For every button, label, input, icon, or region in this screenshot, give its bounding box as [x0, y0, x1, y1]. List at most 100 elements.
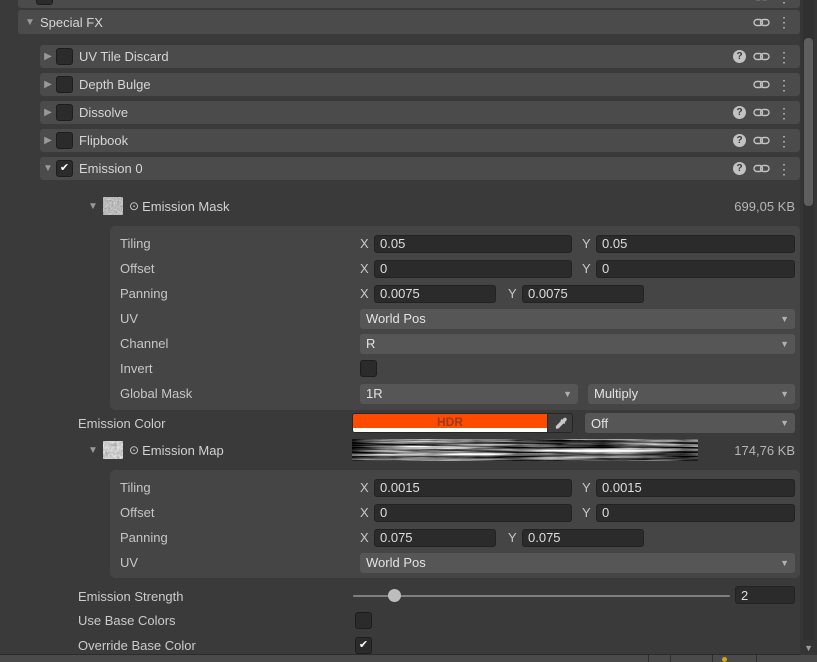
emission-map-thumbnail[interactable]	[103, 441, 123, 459]
field-label: Invert	[120, 361, 360, 376]
link-icon[interactable]	[753, 79, 770, 90]
y-axis-label: Y	[582, 261, 596, 276]
clipped-row-checkbox[interactable]	[36, 0, 53, 5]
help-icon[interactable]: ?	[733, 50, 746, 63]
mask-uv-dropdown[interactable]: World Pos ▼	[360, 309, 795, 329]
scrollbar-thumb[interactable]	[804, 38, 813, 206]
scroll-down-arrow[interactable]: ▼	[804, 643, 813, 653]
map-tiling-y-input[interactable]	[596, 479, 795, 497]
field-label: Tiling	[120, 236, 360, 251]
link-icon[interactable]	[753, 17, 770, 28]
clipped-row-body[interactable]: ⋮	[18, 0, 800, 8]
texture-picker-icon: ⊙	[129, 443, 139, 457]
kebab-menu-icon[interactable]: ⋮	[777, 78, 791, 92]
dropdown-value: 1R	[366, 386, 383, 401]
panning-row: Panning X Y	[110, 525, 795, 550]
kebab-menu-icon[interactable]: ⋮	[777, 162, 791, 176]
dropdown-value: World Pos	[366, 555, 426, 570]
status-divider	[670, 655, 671, 662]
x-axis-label: X	[360, 286, 374, 301]
kebab-menu-icon[interactable]: ⋮	[777, 106, 791, 120]
property-label: Use Base Colors	[0, 613, 176, 628]
emission-mask-settings-panel: Tiling X Y Offset X Y Panning X Y UV Wor…	[110, 226, 800, 410]
mask-tiling-y-input[interactable]	[596, 235, 795, 253]
help-icon[interactable]: ?	[733, 106, 746, 119]
kebab-menu-icon[interactable]: ⋮	[777, 15, 791, 29]
global-mask-dropdown[interactable]: 1R ▼	[360, 384, 578, 404]
uv-tile-discard-checkbox[interactable]	[56, 48, 73, 65]
mask-offset-y-input[interactable]	[596, 260, 795, 278]
group-row-emission-0[interactable]: ▼ ✔ Emission 0 ? ⋮	[40, 157, 800, 180]
mask-invert-checkbox[interactable]	[360, 360, 377, 377]
mask-channel-dropdown[interactable]: R ▼	[360, 334, 795, 354]
help-icon[interactable]: ?	[733, 134, 746, 147]
field-label: Channel	[120, 336, 360, 351]
foldout-closed-icon[interactable]: ▶	[40, 79, 56, 90]
emission-strength-handle[interactable]	[388, 589, 401, 602]
link-icon[interactable]	[753, 107, 770, 118]
map-uv-dropdown[interactable]: World Pos ▼	[360, 553, 795, 573]
foldout-closed-icon[interactable]: ▶	[40, 107, 56, 118]
foldout-open-icon[interactable]: ▼	[40, 163, 56, 174]
emission-map-preview[interactable]	[352, 439, 698, 461]
field-label: Panning	[120, 530, 360, 545]
dissolve-checkbox[interactable]	[56, 104, 73, 121]
panning-row: Panning X Y	[110, 281, 795, 306]
emission-mask-thumbnail[interactable]	[103, 197, 123, 215]
chevron-down-icon: ▼	[563, 389, 572, 399]
group-row-dissolve[interactable]: ▶ Dissolve ? ⋮	[40, 101, 800, 124]
field-label: UV	[120, 555, 360, 570]
mask-panning-x-input[interactable]	[374, 285, 496, 303]
eyedropper-button[interactable]	[547, 414, 572, 432]
status-divider	[712, 655, 713, 662]
map-panning-x-input[interactable]	[374, 529, 496, 547]
emission-strength-value-input[interactable]	[735, 586, 795, 604]
mask-panning-y-input[interactable]	[522, 285, 644, 303]
global-mask-blend-dropdown[interactable]: Multiply ▼	[588, 384, 795, 404]
dropdown-value: World Pos	[366, 311, 426, 326]
foldout-open-icon[interactable]: ▼	[85, 445, 101, 456]
link-icon[interactable]	[753, 0, 770, 2]
use-base-colors-checkbox[interactable]	[355, 612, 372, 629]
clipped-previous-row: ⋮	[18, 0, 800, 8]
field-label: Offset	[120, 261, 360, 276]
foldout-open-icon[interactable]: ▼	[22, 17, 38, 28]
texture-label: Emission Map	[142, 443, 224, 458]
channel-row: Channel R ▼	[110, 331, 795, 356]
emission-strength-slider[interactable]	[353, 595, 730, 597]
y-axis-label: Y	[582, 480, 596, 495]
emission-0-checkbox[interactable]: ✔	[56, 160, 73, 177]
flipbook-checkbox[interactable]	[56, 132, 73, 149]
texture-row-emission-mask[interactable]: ▼ ⊙ Emission Mask 699,05 KB	[0, 193, 800, 219]
kebab-menu-icon[interactable]: ⋮	[777, 134, 791, 148]
foldout-closed-icon[interactable]: ▶	[40, 51, 56, 62]
link-icon[interactable]	[753, 163, 770, 174]
status-divider	[756, 655, 757, 662]
global-mask-row: Global Mask 1R ▼ Multiply ▼	[110, 381, 795, 406]
section-header-special-fx[interactable]: ▼ Special FX ⋮	[18, 10, 800, 34]
chevron-down-icon: ▼	[780, 389, 789, 399]
help-icon[interactable]: ?	[733, 162, 746, 175]
group-row-depth-bulge[interactable]: ▶ Depth Bulge ⋮	[40, 73, 800, 96]
link-icon[interactable]	[753, 51, 770, 62]
emission-color-mode-dropdown[interactable]: Off ▼	[585, 413, 795, 433]
map-offset-x-input[interactable]	[374, 504, 572, 522]
map-tiling-x-input[interactable]	[374, 479, 572, 497]
foldout-closed-icon[interactable]: ▶	[40, 135, 56, 146]
depth-bulge-checkbox[interactable]	[56, 76, 73, 93]
mask-offset-x-input[interactable]	[374, 260, 572, 278]
link-icon[interactable]	[753, 135, 770, 146]
map-offset-y-input[interactable]	[596, 504, 795, 522]
mask-tiling-x-input[interactable]	[374, 235, 572, 253]
group-row-flipbook[interactable]: ▶ Flipbook ? ⋮	[40, 129, 800, 152]
group-row-uv-tile-discard[interactable]: ▶ UV Tile Discard ? ⋮	[40, 45, 800, 68]
kebab-menu-icon[interactable]: ⋮	[777, 0, 791, 4]
map-panning-y-input[interactable]	[522, 529, 644, 547]
foldout-open-icon[interactable]: ▼	[85, 201, 101, 212]
property-label: Override Base Color	[0, 638, 196, 653]
kebab-menu-icon[interactable]: ⋮	[777, 50, 791, 64]
emission-color-swatch[interactable]: HDR	[353, 414, 547, 432]
vertical-scrollbar[interactable]: ▼	[800, 0, 817, 655]
texture-row-emission-map[interactable]: ▼ ⊙ Emission Map 174,76 KB	[0, 437, 800, 463]
override-base-color-checkbox[interactable]: ✔	[355, 637, 372, 654]
